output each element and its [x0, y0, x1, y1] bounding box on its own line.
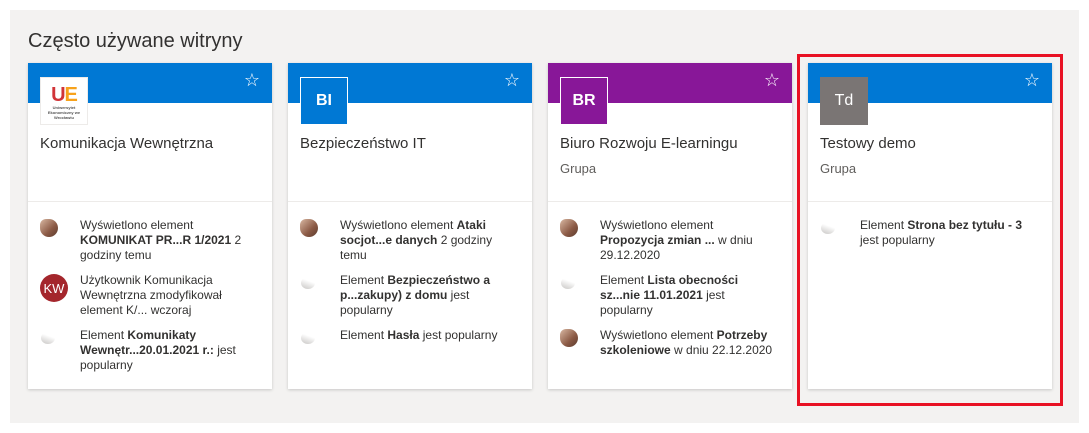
user-photo-avatar: [560, 329, 578, 347]
site-logo: BI: [300, 77, 348, 125]
user-photo-avatar: [40, 219, 58, 237]
activity-item[interactable]: Element Hasła jest popularny: [300, 328, 520, 347]
site-name[interactable]: Bezpieczeństwo IT: [300, 135, 522, 152]
logo-text: Uniwersytet Ekonomiczny we Wrocławiu: [47, 104, 81, 120]
divider: [28, 201, 272, 202]
file-icon: [560, 274, 578, 292]
favorite-star-icon[interactable]: ☆: [244, 70, 260, 90]
activity-item[interactable]: Wyświetlono element Potrzeby szkoleniowe…: [560, 328, 780, 358]
site-logo: BR: [560, 77, 608, 125]
activity-item[interactable]: Wyświetlono element Ataki socjot...e dan…: [300, 218, 520, 263]
divider: [288, 201, 532, 202]
activity-list: Wyświetlono element Ataki socjot...e dan…: [300, 218, 520, 357]
highlight-box: [797, 54, 1063, 406]
user-photo-avatar: [300, 219, 318, 237]
file-icon: [300, 274, 318, 292]
favorite-star-icon[interactable]: ☆: [504, 70, 520, 90]
activity-item[interactable]: Element Lista obecności sz...nie 11.01.2…: [560, 273, 780, 318]
university-logo: UE Uniwersytet Ekonomiczny we Wrocławiu: [40, 77, 88, 125]
site-type: Grupa: [560, 161, 597, 176]
activity-list: Wyświetlono element Propozycja zmian ...…: [560, 218, 780, 368]
section-title: Często używane witryny: [28, 30, 243, 52]
file-icon: [300, 329, 318, 347]
activity-list: Wyświetlono element KOMUNIKAT PR...R 1/2…: [40, 218, 260, 383]
activity-item[interactable]: KW Użytkownik Komunikacja Wewnętrzna zmo…: [40, 273, 260, 318]
site-card-komunikacja[interactable]: ☆ UE Uniwersytet Ekonomiczny we Wrocławi…: [28, 63, 272, 389]
site-card-biuro-rozwoju[interactable]: ☆ BR Biuro Rozwoju E-learningu Grupa Wyś…: [548, 63, 792, 389]
site-name[interactable]: Biuro Rozwoju E-learningu: [560, 135, 782, 152]
divider: [548, 201, 792, 202]
site-card-bezpieczenstwo[interactable]: ☆ BI Bezpieczeństwo IT Wyświetlono eleme…: [288, 63, 532, 389]
site-name[interactable]: Komunikacja Wewnętrzna: [40, 135, 262, 152]
initials-avatar: KW: [40, 274, 68, 302]
activity-item[interactable]: Element Bezpieczeństwo a p...zakupy) z d…: [300, 273, 520, 318]
activity-item[interactable]: Wyświetlono element Propozycja zmian ...…: [560, 218, 780, 263]
user-photo-avatar: [560, 219, 578, 237]
logo-mark: UE: [51, 83, 78, 106]
file-icon: [40, 329, 58, 347]
activity-item[interactable]: Element Komunikaty Wewnętr...20.01.2021 …: [40, 328, 260, 373]
activity-item[interactable]: Wyświetlono element KOMUNIKAT PR...R 1/2…: [40, 218, 260, 263]
favorite-star-icon[interactable]: ☆: [764, 70, 780, 90]
